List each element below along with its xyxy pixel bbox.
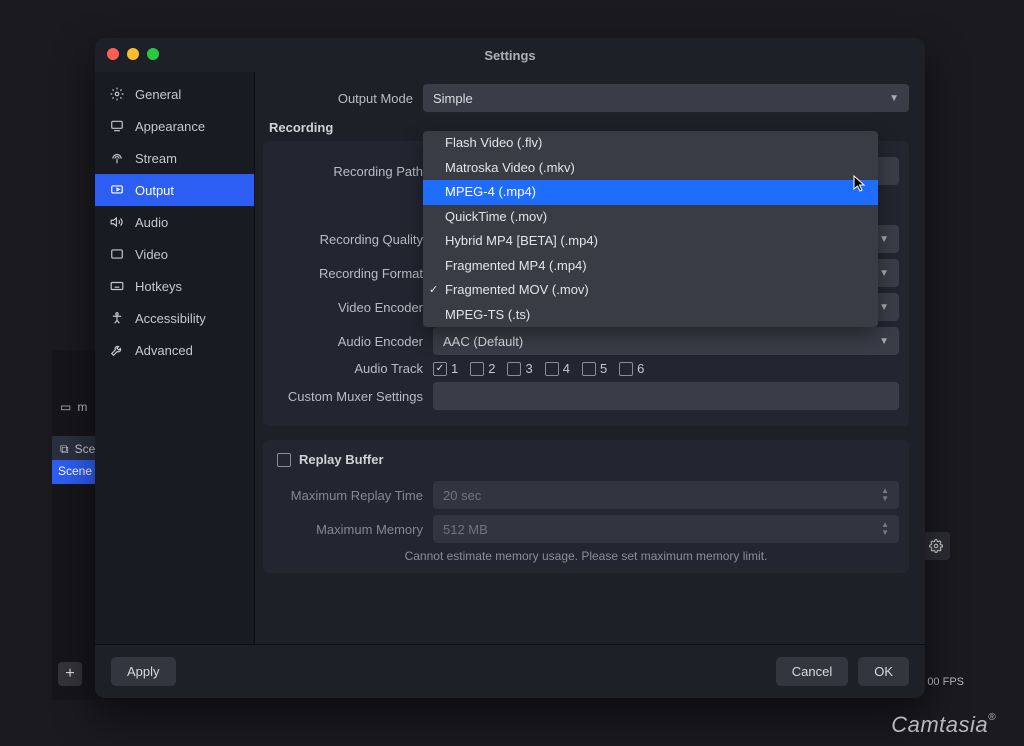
- chevron-down-icon: ▼: [879, 336, 889, 347]
- fps-readout: 00 FPS: [927, 676, 964, 688]
- sidebar-item-accessibility[interactable]: Accessibility: [95, 302, 254, 334]
- antenna-icon: [109, 150, 125, 166]
- settings-sidebar: General Appearance Stream Output Audio V…: [95, 72, 255, 644]
- sidebar-item-general[interactable]: General: [95, 78, 254, 110]
- audio-track-label: Audio Track: [273, 361, 423, 376]
- settings-modal: Settings General Appearance Stream Outpu…: [95, 38, 925, 698]
- settings-gear-button[interactable]: [922, 532, 950, 560]
- ok-button[interactable]: OK: [858, 657, 909, 686]
- sidebar-item-label: Accessibility: [135, 311, 206, 326]
- minimize-window-button[interactable]: [127, 48, 139, 60]
- recording-format-label: Recording Format: [273, 266, 423, 281]
- sidebar-item-label: Appearance: [135, 119, 205, 134]
- recording-format-dropdown: Flash Video (.flv)Matroska Video (.mkv)M…: [423, 131, 878, 327]
- max-replay-time-input[interactable]: 20 sec ▲▼: [433, 481, 899, 509]
- audio-track-2[interactable]: 2: [470, 361, 495, 376]
- replay-panel: Replay Buffer Maximum Replay Time 20 sec…: [263, 440, 909, 573]
- accessibility-icon: [109, 310, 125, 326]
- stepper-icon[interactable]: ▲▼: [881, 521, 889, 537]
- output-icon: [109, 182, 125, 198]
- zoom-window-button[interactable]: [147, 48, 159, 60]
- stepper-icon[interactable]: ▲▼: [881, 487, 889, 503]
- checkbox-icon[interactable]: [619, 362, 633, 376]
- checkbox-icon[interactable]: [507, 362, 521, 376]
- sidebar-item-audio[interactable]: Audio: [95, 206, 254, 238]
- sidebar-item-video[interactable]: Video: [95, 238, 254, 270]
- window-title: Settings: [484, 48, 535, 63]
- sidebar-item-label: Audio: [135, 215, 168, 230]
- recording-quality-label: Recording Quality: [273, 232, 423, 247]
- replay-buffer-label: Replay Buffer: [299, 452, 384, 467]
- audio-track-3[interactable]: 3: [507, 361, 532, 376]
- wrench-icon: [109, 342, 125, 358]
- audio-track-4[interactable]: 4: [545, 361, 570, 376]
- monitor-icon: ▭: [60, 400, 71, 414]
- checkbox-icon[interactable]: [582, 362, 596, 376]
- audio-track-6[interactable]: 6: [619, 361, 644, 376]
- chevron-down-icon: ▼: [879, 234, 889, 245]
- checkbox-icon[interactable]: [470, 362, 484, 376]
- sidebar-item-label: Video: [135, 247, 168, 262]
- speaker-icon: [109, 214, 125, 230]
- max-replay-time-label: Maximum Replay Time: [273, 488, 423, 503]
- chevron-down-icon: ▼: [879, 268, 889, 279]
- chevron-down-icon: ▼: [889, 93, 899, 104]
- format-option-4[interactable]: Hybrid MP4 [BETA] (.mp4): [423, 229, 878, 254]
- sidebar-item-label: Hotkeys: [135, 279, 182, 294]
- video-encoder-label: Video Encoder: [273, 300, 423, 315]
- replay-buffer-checkbox[interactable]: [277, 453, 291, 467]
- format-option-3[interactable]: QuickTime (.mov): [423, 205, 878, 230]
- close-window-button[interactable]: [107, 48, 119, 60]
- sidebar-item-label: Advanced: [135, 343, 193, 358]
- sidebar-item-advanced[interactable]: Advanced: [95, 334, 254, 366]
- format-option-6[interactable]: Fragmented MOV (.mov): [423, 278, 878, 303]
- sidebar-item-stream[interactable]: Stream: [95, 142, 254, 174]
- audio-track-5[interactable]: 5: [582, 361, 607, 376]
- scenes-icon: ⧉: [60, 442, 69, 457]
- muxer-label: Custom Muxer Settings: [273, 389, 423, 404]
- bg-scene-item[interactable]: Scene: [58, 464, 92, 480]
- audio-track-1[interactable]: 1: [433, 361, 458, 376]
- muxer-input[interactable]: [433, 382, 899, 410]
- sidebar-item-label: General: [135, 87, 181, 102]
- format-option-2[interactable]: MPEG-4 (.mp4): [423, 180, 878, 205]
- memory-hint: Cannot estimate memory usage. Please set…: [273, 549, 899, 563]
- gear-icon: [109, 86, 125, 102]
- apply-button[interactable]: Apply: [111, 657, 176, 686]
- titlebar: Settings: [95, 38, 925, 72]
- max-memory-input[interactable]: 512 MB ▲▼: [433, 515, 899, 543]
- recording-path-label: Recording Path: [273, 164, 423, 179]
- format-option-7[interactable]: MPEG-TS (.ts): [423, 303, 878, 328]
- format-option-1[interactable]: Matroska Video (.mkv): [423, 156, 878, 181]
- audio-encoder-label: Audio Encoder: [273, 334, 423, 349]
- format-option-5[interactable]: Fragmented MP4 (.mp4): [423, 254, 878, 279]
- max-memory-label: Maximum Memory: [273, 522, 423, 537]
- chevron-down-icon: ▼: [879, 302, 889, 313]
- appearance-icon: [109, 118, 125, 134]
- format-option-0[interactable]: Flash Video (.flv): [423, 131, 878, 156]
- add-scene-button[interactable]: +: [58, 662, 82, 686]
- keyboard-icon: [109, 278, 125, 294]
- output-mode-value: Simple: [433, 91, 473, 106]
- audio-encoder-select[interactable]: AAC (Default) ▼: [433, 327, 899, 355]
- modal-footer: Apply Cancel OK: [95, 644, 925, 698]
- checkbox-icon[interactable]: [433, 362, 447, 376]
- bg-monitor-label: m: [77, 400, 87, 414]
- sidebar-item-appearance[interactable]: Appearance: [95, 110, 254, 142]
- sidebar-item-output[interactable]: Output: [95, 174, 254, 206]
- watermark: Camtasia®: [891, 712, 996, 738]
- output-mode-label: Output Mode: [263, 91, 413, 106]
- sidebar-item-hotkeys[interactable]: Hotkeys: [95, 270, 254, 302]
- cancel-button[interactable]: Cancel: [776, 657, 848, 686]
- sidebar-item-label: Stream: [135, 151, 177, 166]
- cursor-icon: [853, 175, 867, 193]
- sidebar-item-label: Output: [135, 183, 174, 198]
- audio-encoder-value: AAC (Default): [443, 334, 523, 349]
- video-icon: [109, 246, 125, 262]
- output-mode-select[interactable]: Simple ▼: [423, 84, 909, 112]
- checkbox-icon[interactable]: [545, 362, 559, 376]
